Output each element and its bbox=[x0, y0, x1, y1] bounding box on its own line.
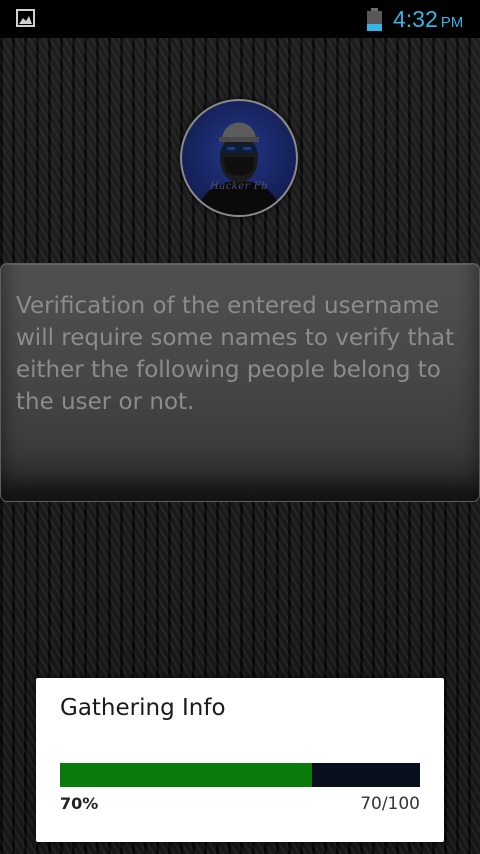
image-notification-icon[interactable] bbox=[16, 9, 35, 27]
clock-time: 4:32 bbox=[393, 6, 438, 32]
progress-bar-fill bbox=[60, 763, 312, 787]
screen: 4:32 PM Hacker Fb Verification of the ent… bbox=[0, 0, 480, 854]
avatar-label: Hacker Fb bbox=[209, 181, 269, 192]
battery-body bbox=[367, 11, 382, 31]
hacker-figure bbox=[196, 122, 282, 215]
info-panel: Verification of the entered username wil… bbox=[0, 263, 480, 502]
clock-ampm: PM bbox=[440, 14, 464, 31]
battery-icon bbox=[367, 8, 382, 31]
info-message: Verification of the entered username wil… bbox=[16, 293, 455, 415]
progress-count: 70/100 bbox=[360, 794, 420, 814]
battery-level-fill bbox=[367, 24, 382, 31]
dialog-title: Gathering Info bbox=[60, 695, 226, 721]
progress-bar bbox=[60, 763, 420, 787]
status-clock: 4:32 PM bbox=[393, 6, 463, 33]
image-glyph bbox=[19, 16, 32, 24]
hacker-avatar-icon: Hacker Fb bbox=[180, 99, 298, 217]
progress-percent: 70% bbox=[60, 794, 99, 813]
status-bar: 4:32 PM bbox=[0, 0, 480, 38]
progress-dialog: Gathering Info 70% 70/100 bbox=[36, 678, 444, 842]
